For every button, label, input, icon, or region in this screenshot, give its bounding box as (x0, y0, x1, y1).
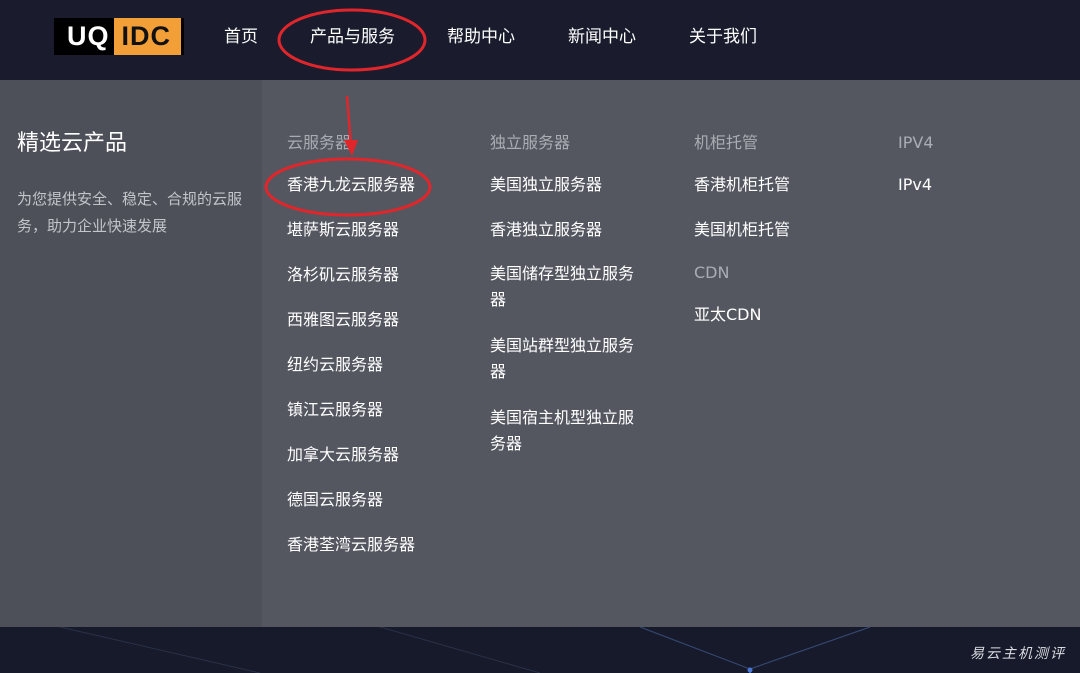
watermark-text: 易云主机测评 (970, 646, 1066, 662)
page-hero-strip: 易云主机测评 (0, 627, 1080, 673)
menu-link-hk-colocation[interactable]: 香港机柜托管 (694, 172, 790, 198)
top-nav-bar: UQ IDC 首页 产品与服务 帮助中心 新闻中心 关于我们 (0, 0, 1080, 80)
nav-about-us[interactable]: 关于我们 (689, 26, 757, 48)
nav-home[interactable]: 首页 (224, 26, 258, 48)
menu-link-new-york-cloud[interactable]: 纽约云服务器 (287, 352, 383, 378)
logo-text-idc: IDC (113, 18, 184, 55)
mega-menu-title: 精选云产品 (17, 131, 128, 156)
products-mega-menu: 精选云产品 为您提供安全、稳定、合规的云服务，助力企业快速发展 云服务器 香港九… (0, 80, 1080, 627)
menu-link-kansas-cloud[interactable]: 堪萨斯云服务器 (287, 217, 399, 243)
menu-heading-cdn: CDN (694, 263, 730, 282)
menu-heading-ipv4: IPV4 (898, 133, 934, 152)
site-logo[interactable]: UQ IDC (54, 18, 184, 55)
menu-link-canada-cloud[interactable]: 加拿大云服务器 (287, 442, 399, 468)
menu-link-us-sitegroup-dedicated[interactable]: 美国站群型独立服务器 (490, 333, 642, 385)
nav-products-services[interactable]: 产品与服务 (310, 26, 395, 48)
menu-heading-dedicated-servers: 独立服务器 (490, 133, 571, 152)
menu-link-us-storage-dedicated[interactable]: 美国储存型独立服务器 (490, 261, 642, 313)
menu-link-apac-cdn[interactable]: 亚太CDN (694, 302, 761, 328)
menu-link-us-dedicated[interactable]: 美国独立服务器 (490, 172, 602, 198)
nav-help-center[interactable]: 帮助中心 (447, 26, 515, 48)
mega-menu-intro-panel: 精选云产品 为您提供安全、稳定、合规的云服务，助力企业快速发展 (0, 80, 262, 627)
menu-link-hk-dedicated[interactable]: 香港独立服务器 (490, 217, 602, 243)
nav-news-center[interactable]: 新闻中心 (568, 26, 636, 48)
menu-link-hk-kowloon-cloud[interactable]: 香港九龙云服务器 (287, 172, 415, 198)
menu-link-us-host-dedicated[interactable]: 美国宿主机型独立服务器 (490, 405, 642, 457)
logo-text-uq: UQ (54, 18, 114, 55)
menu-link-germany-cloud[interactable]: 德国云服务器 (287, 487, 383, 513)
mega-menu-description: 为您提供安全、稳定、合规的云服务，助力企业快速发展 (17, 190, 243, 235)
menu-link-ipv4[interactable]: IPv4 (898, 172, 932, 198)
menu-heading-cloud-servers: 云服务器 (287, 133, 352, 152)
menu-link-los-angeles-cloud[interactable]: 洛杉矶云服务器 (287, 262, 399, 288)
menu-link-us-colocation[interactable]: 美国机柜托管 (694, 217, 790, 243)
page: UQ IDC 首页 产品与服务 帮助中心 新闻中心 关于我们 精选云产品 为您提… (0, 0, 1080, 673)
decorative-network-lines (59, 627, 871, 673)
menu-link-hk-tsuen-wan-cloud[interactable]: 香港荃湾云服务器 (287, 532, 415, 558)
menu-link-seattle-cloud[interactable]: 西雅图云服务器 (287, 307, 399, 333)
menu-heading-colocation: 机柜托管 (694, 133, 759, 152)
menu-link-zhenjiang-cloud[interactable]: 镇江云服务器 (287, 397, 383, 423)
